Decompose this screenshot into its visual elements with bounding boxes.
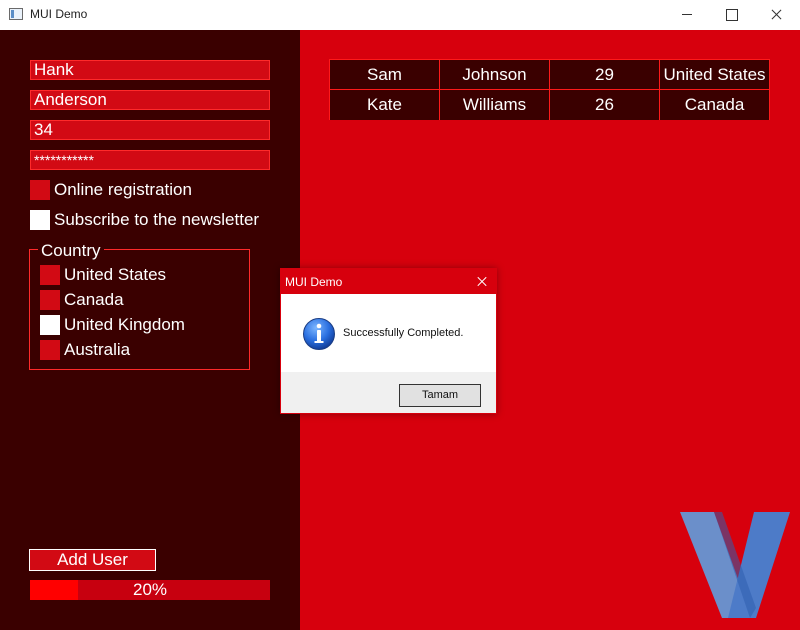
dialog-close-icon[interactable] bbox=[468, 269, 496, 294]
users-table: Sam Johnson 29 United States Kate Willia… bbox=[329, 59, 770, 120]
message-dialog: MUI Demo Successfully Completed. Tamam bbox=[280, 268, 497, 414]
v-logo-icon bbox=[680, 512, 790, 618]
maximize-icon[interactable] bbox=[708, 0, 754, 30]
table-cell[interactable]: Kate bbox=[330, 90, 440, 120]
online-registration-label: Online registration bbox=[54, 180, 192, 199]
table-cell[interactable]: Johnson bbox=[440, 60, 550, 90]
country-radio-australia[interactable] bbox=[40, 340, 60, 360]
tamam-button[interactable]: Tamam bbox=[399, 384, 481, 407]
age-field[interactable]: 34 bbox=[30, 120, 270, 140]
dialog-title: MUI Demo bbox=[285, 275, 343, 289]
dialog-footer: Tamam bbox=[281, 372, 496, 413]
country-label-canada: Canada bbox=[64, 290, 124, 309]
country-label-united-states: United States bbox=[64, 265, 167, 284]
info-icon bbox=[303, 318, 335, 350]
minimize-icon[interactable] bbox=[664, 0, 710, 30]
progress-bar: 20% bbox=[30, 580, 270, 600]
table-cell[interactable]: Williams bbox=[440, 90, 550, 120]
dialog-titlebar: MUI Demo bbox=[281, 269, 496, 294]
password-field[interactable]: *********** bbox=[30, 150, 270, 170]
table-cell[interactable]: 29 bbox=[550, 60, 660, 90]
country-radio-united-kingdom[interactable] bbox=[40, 315, 60, 335]
country-label-united-kingdom: United Kingdom bbox=[64, 315, 185, 334]
country-radio-canada[interactable] bbox=[40, 290, 60, 310]
table-cell[interactable]: 26 bbox=[550, 90, 660, 120]
table-cell[interactable]: Sam bbox=[330, 60, 440, 90]
newsletter-box[interactable] bbox=[30, 210, 50, 230]
table-cell[interactable]: Canada bbox=[660, 90, 769, 120]
app-window-icon bbox=[9, 8, 23, 20]
table-cell[interactable]: United States bbox=[660, 60, 769, 90]
progress-text: 20% bbox=[132, 580, 168, 599]
dialog-message: Successfully Completed. bbox=[343, 327, 464, 339]
window-title: MUI Demo bbox=[30, 7, 88, 21]
country-label-australia: Australia bbox=[64, 340, 131, 359]
first-name-field[interactable]: Hank bbox=[30, 60, 270, 80]
country-radio-united-states[interactable] bbox=[40, 265, 60, 285]
close-icon[interactable] bbox=[754, 0, 800, 30]
window-titlebar: MUI Demo bbox=[0, 0, 800, 30]
newsletter-label: Subscribe to the newsletter bbox=[54, 210, 260, 229]
add-user-button[interactable]: Add User bbox=[29, 549, 156, 571]
country-group-title: Country bbox=[38, 242, 104, 260]
last-name-field[interactable]: Anderson bbox=[30, 90, 270, 110]
online-registration-box[interactable] bbox=[30, 180, 50, 200]
